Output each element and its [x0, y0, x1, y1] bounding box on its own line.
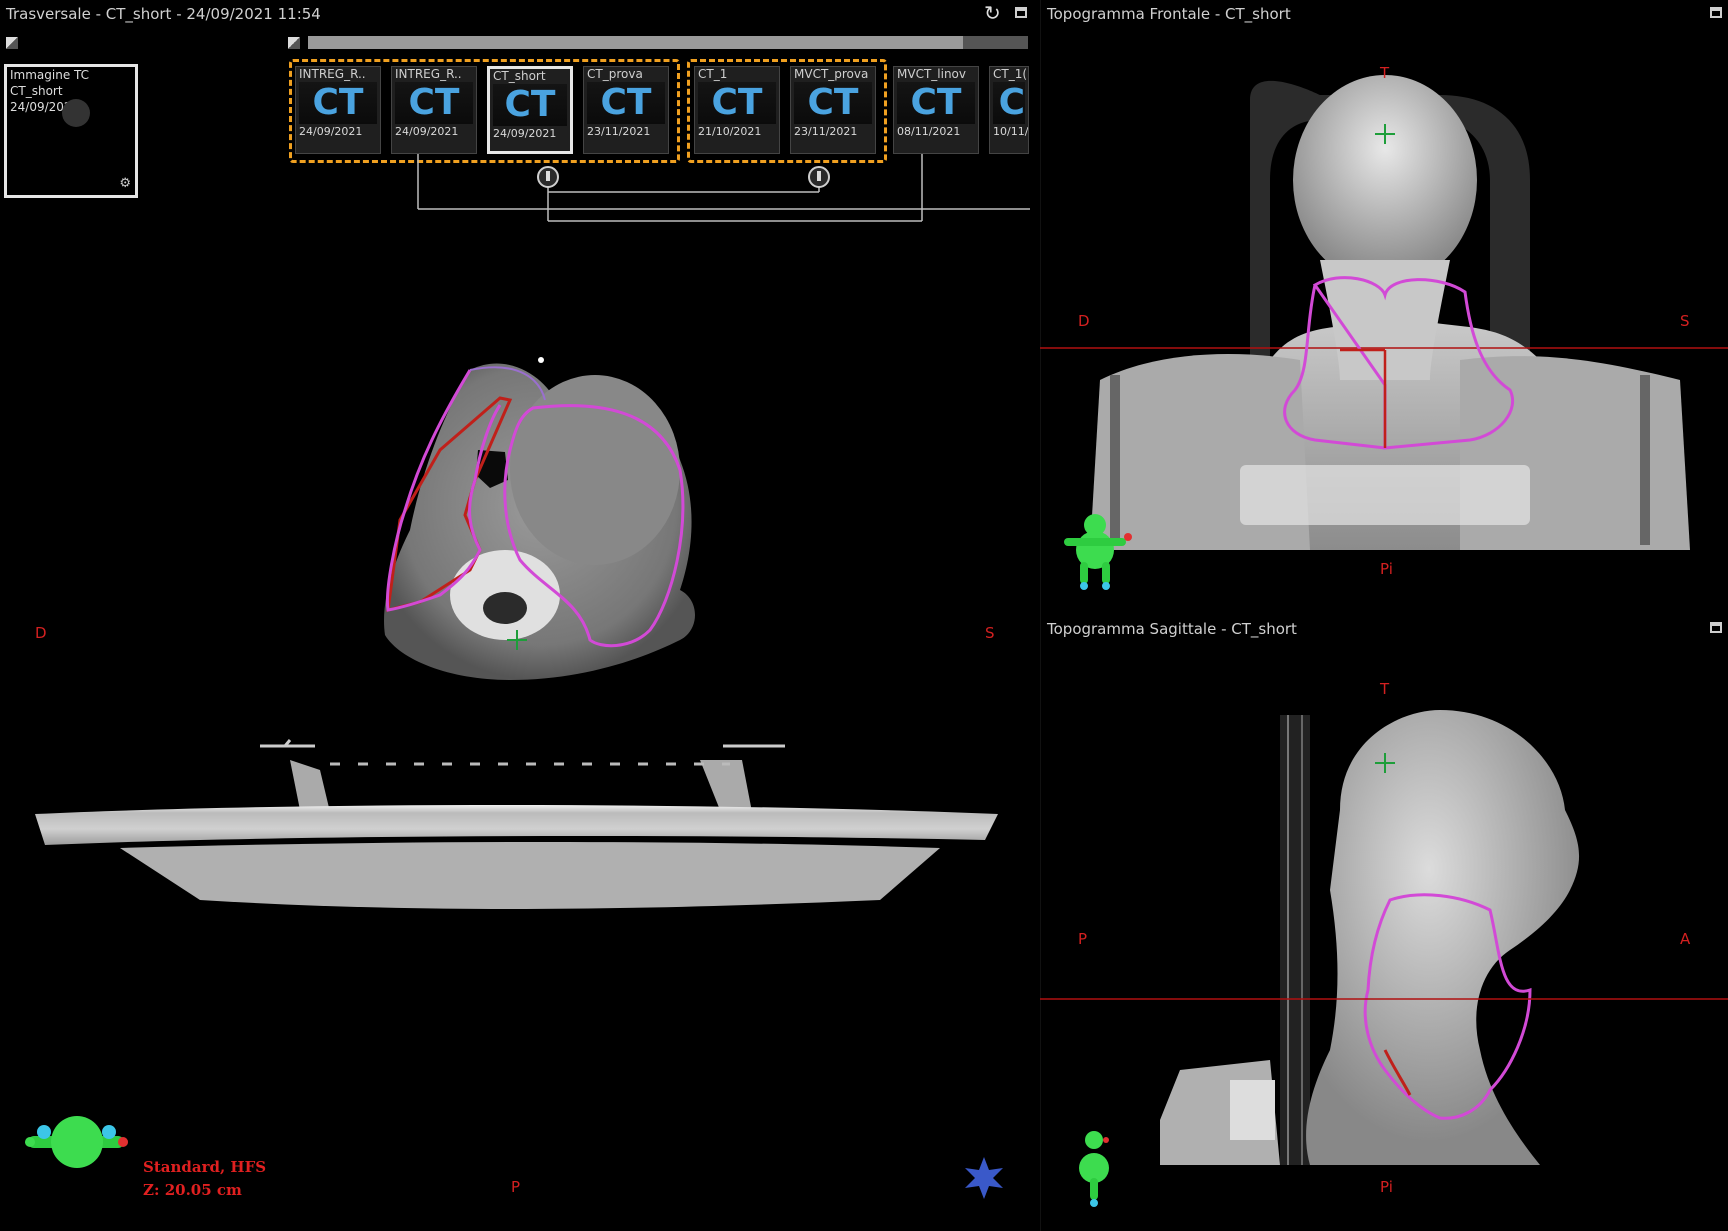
orientation-left: S [1680, 312, 1690, 330]
sagittal-view-title: Topogramma Sagittale - CT_short [1047, 620, 1297, 638]
orientation-right: D [35, 624, 47, 642]
orientation-anterior: A [1680, 930, 1691, 948]
orientation-bottom: Pi [1380, 560, 1393, 578]
maximize-icon[interactable] [1710, 622, 1722, 633]
orientation-right: D [1078, 312, 1090, 330]
patient-orientation-icon[interactable] [1058, 510, 1132, 590]
patient-orientation-icon[interactable] [22, 1112, 132, 1172]
status-z-position: Z: 20.05 cm [143, 1181, 242, 1199]
orientation-top: T [1380, 64, 1390, 82]
orientation-posterior: P [511, 1178, 521, 1196]
maximize-icon[interactable] [1710, 7, 1722, 18]
frontal-view-title: Topogramma Frontale - CT_short [1047, 5, 1291, 23]
patient-orientation-icon[interactable] [1072, 1128, 1116, 1208]
orientation-bottom: Pi [1380, 1178, 1393, 1196]
orientation-left: S [985, 624, 995, 642]
status-orientation: Standard, HFS [143, 1158, 267, 1176]
transverse-ct-image[interactable] [0, 340, 1040, 940]
orientation-top: T [1380, 680, 1390, 698]
registration-links [417, 154, 1030, 222]
sagittal-topogram-image[interactable] [1040, 650, 1728, 1210]
star-icon[interactable] [962, 1155, 1006, 1199]
orientation-posterior: P [1078, 930, 1088, 948]
frontal-topogram-image[interactable] [1040, 30, 1728, 590]
